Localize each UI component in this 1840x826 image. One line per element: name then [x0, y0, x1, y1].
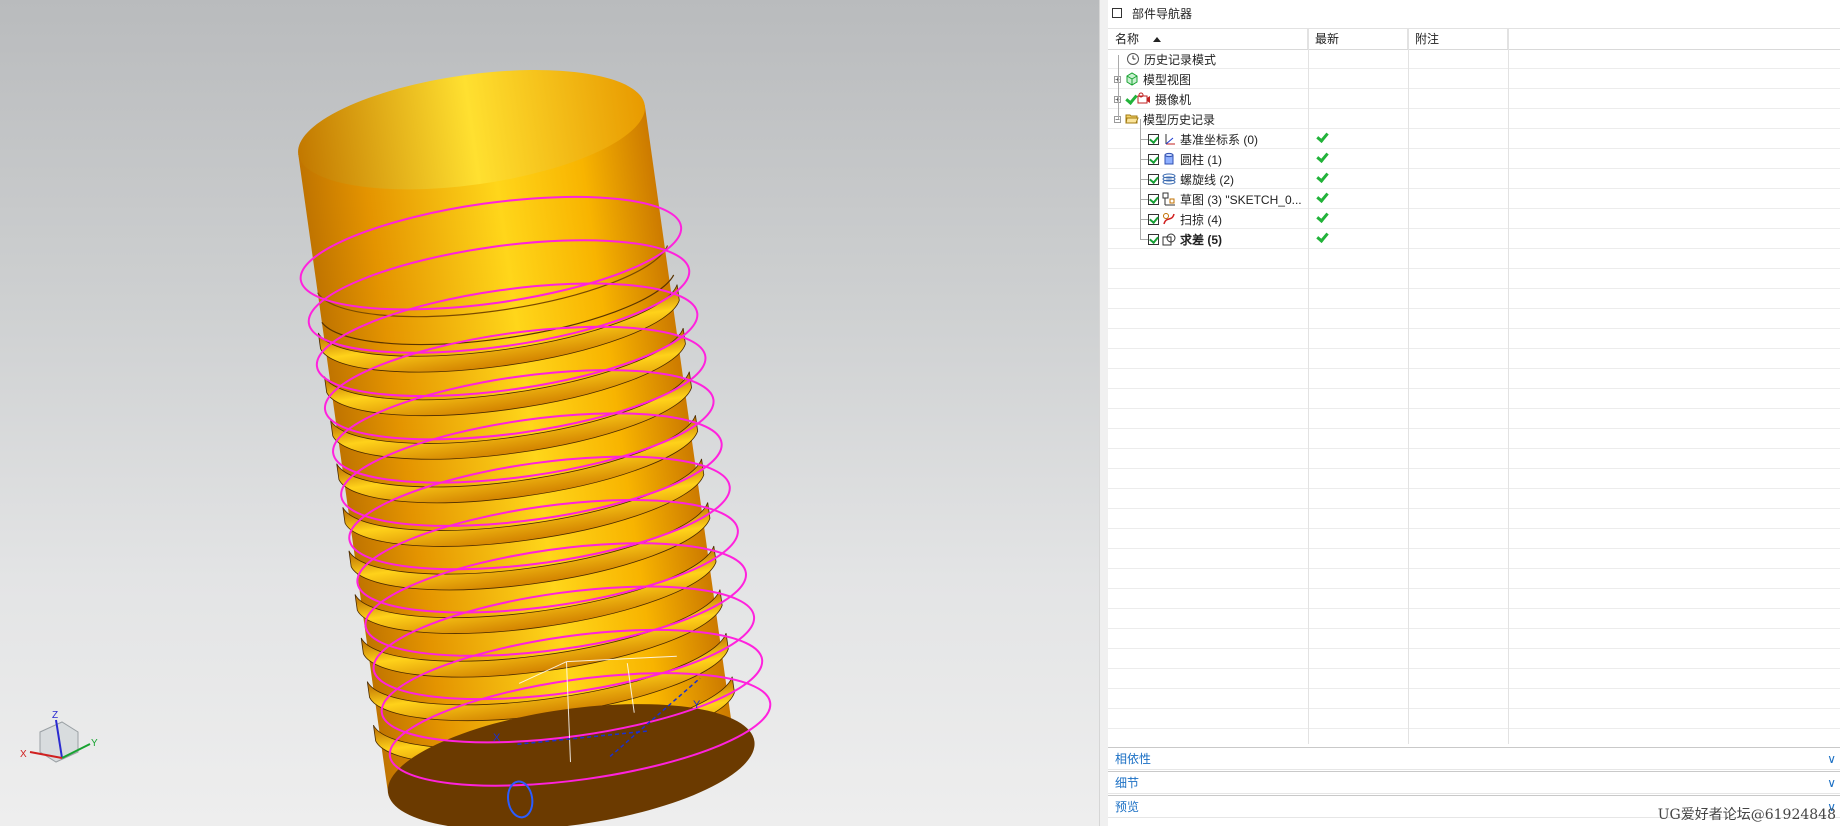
tree-row-label: 扫掠 (4): [1180, 212, 1223, 227]
latest-check-icon: [1316, 151, 1328, 163]
check-icon: [1125, 93, 1137, 105]
panel-preview-label: 预览: [1115, 800, 1140, 814]
triad-z-label: Z: [52, 710, 58, 721]
sort-ascending-icon: [1153, 37, 1162, 43]
latest-check-icon: [1316, 131, 1328, 143]
column-name-label: 名称: [1115, 32, 1140, 46]
latest-check-icon: [1316, 171, 1328, 183]
panel-dependencies-label: 相依性: [1115, 752, 1152, 766]
datum-csys-icon: [1162, 132, 1176, 146]
latest-check-icon: [1316, 231, 1328, 243]
navigator-title: 部件导航器: [1132, 6, 1193, 21]
panel-dependencies[interactable]: 相依性 ∨: [1108, 747, 1840, 770]
latest-check-icon: [1316, 191, 1328, 203]
tree-row-camera[interactable]: + 摄像机: [1108, 89, 1840, 109]
visibility-checkbox[interactable]: [1148, 193, 1159, 205]
sketch-icon: [1162, 192, 1176, 206]
tree-row-label: 历史记录模式: [1144, 52, 1217, 67]
clock-icon: [1126, 52, 1140, 66]
triad-x-label: X: [20, 749, 27, 760]
visibility-checkbox[interactable]: [1148, 233, 1159, 245]
tree-row-label: 摄像机: [1155, 92, 1192, 107]
tree-row-model-history[interactable]: − 模型历史记录: [1108, 109, 1840, 129]
sketch-y-label: Y: [693, 699, 701, 711]
triad-y-label: Y: [91, 738, 98, 749]
visibility-checkbox[interactable]: [1148, 153, 1159, 165]
column-comment-label: 附注: [1415, 32, 1440, 46]
latest-check-icon: [1316, 211, 1328, 223]
tree-row-label: 基准坐标系 (0): [1180, 132, 1259, 147]
graphics-viewport[interactable]: X Y Z Y X: [0, 0, 1099, 826]
visibility-checkbox[interactable]: [1148, 213, 1159, 225]
panel-details[interactable]: 细节 ∨: [1108, 771, 1840, 794]
camera-icon: [1137, 92, 1151, 106]
watermark: UG爱好者论坛@61924848: [1657, 807, 1836, 823]
visibility-checkbox[interactable]: [1148, 133, 1159, 145]
tree-row-cylinder[interactable]: 圆柱 (1): [1108, 149, 1840, 169]
tree-row-sketch[interactable]: 草图 (3) "SKETCH_0...: [1108, 189, 1840, 209]
navigator-title-bar: 部件导航器: [1108, 0, 1840, 26]
part-navigator: 部件导航器 名称 最新 附注 历史记录模式 +: [1108, 0, 1840, 826]
swept-icon: [1162, 212, 1176, 226]
tree-row-label: 模型视图: [1143, 72, 1192, 87]
tree-row-history-mode[interactable]: 历史记录模式: [1108, 49, 1840, 69]
tree-row-label: 螺旋线 (2): [1180, 172, 1235, 187]
column-name[interactable]: 名称: [1108, 29, 1308, 49]
tree-row-label: 求差 (5): [1180, 232, 1223, 247]
cylinder-icon: [1162, 152, 1176, 166]
tree-row-helix[interactable]: 螺旋线 (2): [1108, 169, 1840, 189]
column-latest-label: 最新: [1315, 32, 1340, 46]
sketch-x-label: X: [493, 732, 501, 744]
chevron-down-icon: ∨: [1827, 752, 1836, 766]
model-views-icon: [1125, 72, 1139, 86]
tree-row-datum-csys[interactable]: 基准坐标系 (0): [1108, 129, 1840, 149]
panel-details-label: 细节: [1115, 776, 1140, 790]
column-header: 名称 最新 附注: [1108, 28, 1840, 50]
subtract-icon: [1162, 232, 1176, 246]
chevron-down-icon: ∨: [1827, 776, 1836, 790]
tree-row-swept[interactable]: 扫掠 (4): [1108, 209, 1840, 229]
helix-icon: [1162, 172, 1176, 186]
threaded-rod-model[interactable]: X Y Z Y X: [0, 0, 1099, 826]
pin-icon[interactable]: [1112, 8, 1122, 18]
tree-row-label: 圆柱 (1): [1180, 152, 1223, 167]
tree-row-model-views[interactable]: + 模型视图: [1108, 69, 1840, 89]
tree-row-subtract[interactable]: 求差 (5): [1108, 229, 1840, 249]
tree-row-label: 模型历史记录: [1143, 112, 1216, 127]
folder-open-icon: [1125, 112, 1139, 126]
tree-row-label: 草图 (3) "SKETCH_0...: [1180, 192, 1302, 207]
navigator-grid: 历史记录模式 + 模型视图 + 摄像机: [1108, 49, 1840, 744]
column-comment[interactable]: 附注: [1408, 29, 1508, 49]
visibility-checkbox[interactable]: [1148, 173, 1159, 185]
view-triad[interactable]: Z Y X: [20, 710, 98, 763]
column-latest[interactable]: 最新: [1308, 29, 1408, 49]
